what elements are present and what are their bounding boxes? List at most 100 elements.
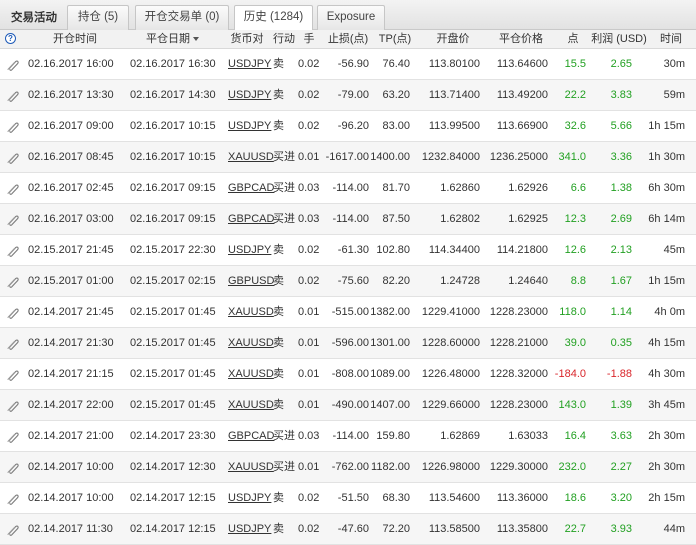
paperclip-icon[interactable] <box>6 213 19 226</box>
paperclip-icon[interactable] <box>6 399 19 412</box>
paperclip-icon[interactable] <box>6 461 19 474</box>
close-price-cell: 1228.32000 <box>489 368 548 380</box>
open-time-cell: 02.16.2017 03:00 <box>28 213 114 225</box>
open-time-cell: 02.16.2017 09:00 <box>28 120 114 132</box>
pair-link[interactable]: XAUUSD <box>228 359 274 389</box>
stop-loss-cell: -762.00 <box>331 461 369 473</box>
table-row[interactable]: 02.14.2017 11:30 02.14.2017 12:15 USDJPY 卖 0… <box>0 514 696 545</box>
table-row[interactable]: 02.14.2017 21:15 02.15.2017 01:45 XAUUSD 卖 0… <box>0 359 696 390</box>
open-time-cell: 02.14.2017 21:30 <box>28 337 114 349</box>
points-cell: 39.0 <box>564 337 586 349</box>
profit-cell: 1.39 <box>610 399 632 411</box>
pair-link[interactable]: XAUUSD <box>228 390 274 420</box>
profit-cell: 2.13 <box>610 244 632 256</box>
duration-cell: 44m <box>663 523 685 535</box>
paperclip-icon[interactable] <box>6 182 19 195</box>
open-price-cell: 1226.98000 <box>421 461 480 473</box>
pair-link[interactable]: USDJPY <box>228 483 271 513</box>
paperclip-icon[interactable] <box>6 523 19 536</box>
table-row[interactable]: 02.16.2017 02:45 02.16.2017 09:15 GBPCAD 买进… <box>0 173 696 204</box>
open-price-cell: 113.80100 <box>428 58 480 70</box>
points-cell: 118.0 <box>559 306 586 318</box>
pair-link[interactable]: USDJPY <box>228 111 271 141</box>
open-time-cell: 02.14.2017 10:00 <box>28 461 114 473</box>
paperclip-icon[interactable] <box>6 430 19 443</box>
pair-link[interactable]: XAUUSD <box>228 142 274 172</box>
table-row[interactable]: 02.14.2017 21:30 02.15.2017 01:45 XAUUSD 卖 0… <box>0 328 696 359</box>
pair-link[interactable]: USDJPY <box>228 80 271 110</box>
column-stop-loss[interactable]: 止损(点) <box>326 30 370 48</box>
table-row[interactable]: 02.16.2017 13:30 02.16.2017 14:30 USDJPY 卖 0… <box>0 80 696 111</box>
tab-pending-orders[interactable]: 开仓交易单 (0) <box>135 5 229 30</box>
column-close-date[interactable]: 平仓日期 <box>146 30 206 48</box>
paperclip-icon[interactable] <box>6 492 19 505</box>
paperclip-icon[interactable] <box>6 151 19 164</box>
lots-cell: 0.03 <box>298 213 320 225</box>
pair-link[interactable]: USDJPY <box>228 235 271 265</box>
take-profit-cell: 83.00 <box>382 120 410 132</box>
table-row[interactable]: 02.14.2017 10:00 02.14.2017 12:15 USDJPY 卖 0… <box>0 483 696 514</box>
pair-link[interactable]: GBPUSD <box>228 266 274 296</box>
table-row[interactable]: 02.16.2017 16:00 02.16.2017 16:30 USDJPY 卖 0… <box>0 49 696 80</box>
open-time-cell: 02.16.2017 13:30 <box>28 89 114 101</box>
table-row[interactable]: 02.14.2017 21:45 02.15.2017 01:45 XAUUSD 卖 0… <box>0 297 696 328</box>
table-row[interactable]: 02.14.2017 22:00 02.15.2017 01:45 XAUUSD 卖 0… <box>0 390 696 421</box>
column-open-time[interactable]: 开仓时间 <box>30 30 120 48</box>
tab-exposure[interactable]: Exposure <box>317 5 385 30</box>
action-cell: 卖 <box>273 337 284 349</box>
column-lots[interactable]: 手 <box>298 30 320 48</box>
column-duration[interactable]: 时间 <box>653 30 689 48</box>
paperclip-icon[interactable] <box>6 368 19 381</box>
take-profit-cell: 1400.00 <box>370 151 410 163</box>
paperclip-icon[interactable] <box>6 306 19 319</box>
table-row[interactable]: 02.15.2017 01:00 02.15.2017 02:15 GBPUSD 卖 0… <box>0 266 696 297</box>
paperclip-icon[interactable] <box>6 58 19 71</box>
help-icon[interactable]: ? <box>5 33 16 44</box>
paperclip-icon[interactable] <box>6 337 19 350</box>
table-row[interactable]: 02.16.2017 08:45 02.16.2017 10:15 XAUUSD 买进… <box>0 142 696 173</box>
table-row[interactable]: 02.14.2017 10:00 02.14.2017 12:30 XAUUSD 买进… <box>0 452 696 483</box>
pair-link[interactable]: XAUUSD <box>228 452 274 482</box>
stop-loss-cell: -51.50 <box>337 492 369 504</box>
close-date-cell: 02.15.2017 22:30 <box>130 244 216 256</box>
duration-cell: 1h 15m <box>648 275 685 287</box>
table-row[interactable]: 02.15.2017 21:45 02.15.2017 22:30 USDJPY 卖 0… <box>0 235 696 266</box>
table-row[interactable]: 02.16.2017 09:00 02.16.2017 10:15 USDJPY 卖 0… <box>0 111 696 142</box>
table-row[interactable]: 02.14.2017 21:00 02.14.2017 23:30 GBPCAD 买进… <box>0 421 696 452</box>
tab-history[interactable]: 历史 (1284) <box>234 5 313 31</box>
paperclip-icon[interactable] <box>6 275 19 288</box>
column-close-price[interactable]: 平仓价格 <box>494 30 548 48</box>
column-profit[interactable]: 利润 (USD) <box>590 30 648 48</box>
paperclip-icon[interactable] <box>6 120 19 133</box>
pair-link[interactable]: XAUUSD <box>228 328 274 358</box>
close-price-cell: 113.36000 <box>496 492 548 504</box>
take-profit-cell: 1089.00 <box>370 368 410 380</box>
profit-cell: 3.36 <box>610 151 632 163</box>
column-pair[interactable]: 货币对 <box>227 30 267 48</box>
take-profit-cell: 82.20 <box>382 275 410 287</box>
column-action[interactable]: 行动 <box>272 30 296 48</box>
close-price-cell: 113.49200 <box>496 89 548 101</box>
close-date-cell: 02.15.2017 02:15 <box>130 275 216 287</box>
points-cell: 232.0 <box>558 461 586 473</box>
tab-positions[interactable]: 持仓 (5) <box>67 5 129 30</box>
close-date-cell: 02.16.2017 09:15 <box>130 182 216 194</box>
action-cell: 买进 <box>273 461 295 473</box>
paperclip-icon[interactable] <box>6 244 19 257</box>
duration-cell: 2h 30m <box>648 430 685 442</box>
pair-link[interactable]: USDJPY <box>228 49 271 79</box>
paperclip-icon[interactable] <box>6 89 19 102</box>
pair-link[interactable]: GBPCAD <box>228 173 274 203</box>
pair-link[interactable]: GBPCAD <box>228 421 274 451</box>
column-take-profit[interactable]: TP(点) <box>376 30 414 48</box>
profit-cell: 2.69 <box>610 213 632 225</box>
column-points[interactable]: 点 <box>560 30 586 48</box>
pair-link[interactable]: USDJPY <box>228 514 271 544</box>
pair-link[interactable]: XAUUSD <box>228 297 274 327</box>
close-date-cell: 02.16.2017 09:15 <box>130 213 216 225</box>
profit-cell: 1.67 <box>610 275 632 287</box>
table-row[interactable]: 02.16.2017 03:00 02.16.2017 09:15 GBPCAD 买进… <box>0 204 696 235</box>
pair-link[interactable]: GBPCAD <box>228 204 274 234</box>
column-open-price[interactable]: 开盘价 <box>424 30 482 48</box>
duration-cell: 1h 30m <box>648 151 685 163</box>
